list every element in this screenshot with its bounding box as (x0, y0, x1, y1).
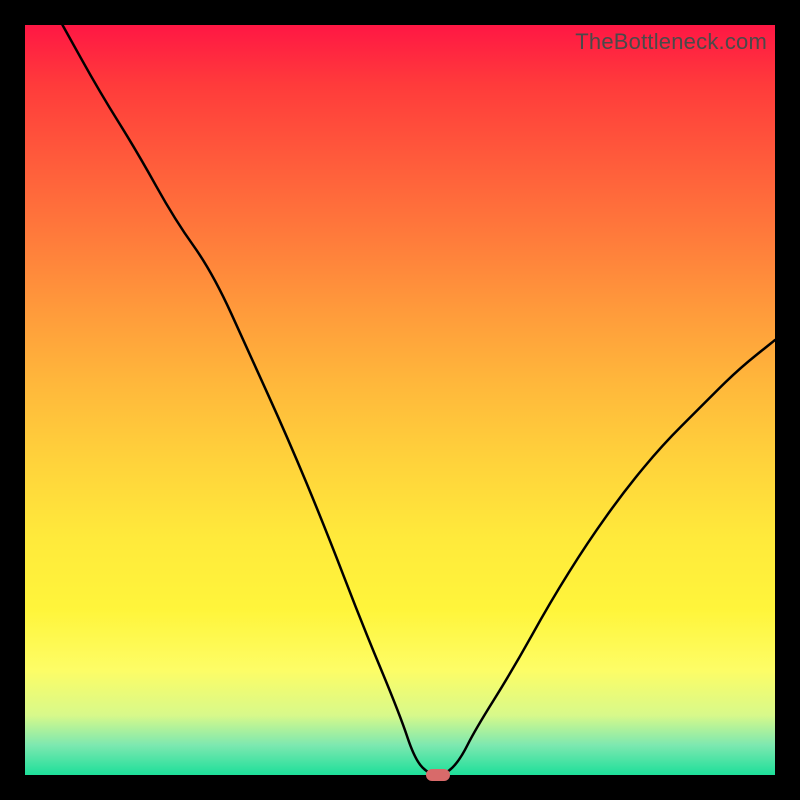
curve-path (63, 25, 776, 775)
chart-frame: TheBottleneck.com (0, 0, 800, 800)
plot-area: TheBottleneck.com (25, 25, 775, 775)
bottleneck-curve (25, 25, 775, 775)
optimal-marker (426, 769, 450, 781)
